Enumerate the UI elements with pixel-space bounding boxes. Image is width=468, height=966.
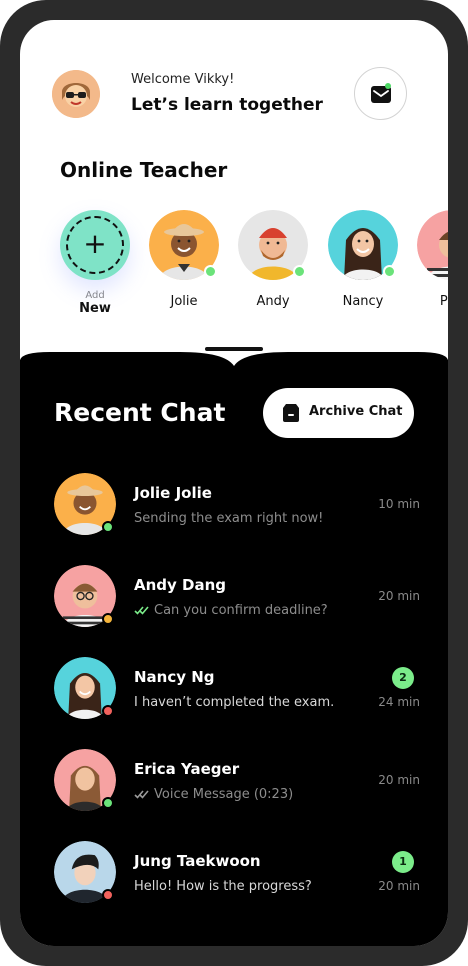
teacher-nancy[interactable]: Nancy (328, 210, 398, 309)
chat-item-andy[interactable]: Andy Dang Can you confirm deadline? 20 m… (54, 565, 420, 629)
chat-item-nancy[interactable]: Nancy Ng I haven’t completed the exam. 2… (54, 657, 420, 721)
chat-time: 20 min (378, 773, 420, 787)
chat-time: 10 min (378, 497, 420, 511)
teacher-jolie[interactable]: Jolie (149, 210, 219, 309)
chat-name: Jolie Jolie (134, 484, 212, 502)
unread-badge: 2 (392, 667, 414, 689)
chat-item-jolie[interactable]: Jolie Jolie Sending the exam right now! … (54, 473, 420, 537)
tagline: Let’s learn together (131, 95, 323, 115)
chat-avatar (54, 473, 116, 535)
online-indicator (293, 265, 306, 278)
teacher-name: Jolie (170, 294, 198, 309)
teacher-avatar (238, 210, 308, 280)
online-indicator (204, 265, 217, 278)
chat-name: Nancy Ng (134, 668, 215, 686)
teacher-andy[interactable]: Andy (238, 210, 308, 309)
status-dot (102, 889, 114, 901)
chat-message: I haven’t completed the exam. (134, 695, 335, 710)
status-dot (102, 521, 114, 533)
chat-message: Hello! How is the progress? (134, 879, 312, 894)
chat-avatar (54, 657, 116, 719)
teacher-name: Peri (439, 294, 448, 309)
double-check-icon (134, 606, 149, 615)
archive-chat-label: Archive Chat (309, 404, 403, 419)
teacher-avatar (328, 210, 398, 280)
chat-message: Sending the exam right now! (134, 511, 324, 526)
teacher-avatar (417, 210, 448, 280)
chat-message-row: Voice Message (0:23) (134, 787, 293, 802)
chat-message: Voice Message (0:23) (154, 787, 294, 802)
add-new-button[interactable]: + Add New (60, 210, 130, 316)
online-teacher-title: Online Teacher (60, 158, 228, 182)
mail-button[interactable] (354, 67, 407, 120)
chat-name: Erica Yaeger (134, 760, 240, 778)
chat-time: 20 min (378, 879, 420, 893)
chat-message-row: Can you confirm deadline? (134, 603, 328, 618)
notification-dot (385, 83, 391, 89)
chat-time: 20 min (378, 589, 420, 603)
phone-frame: Welcome Vikky! Let’s learn together Onli… (0, 0, 468, 966)
drag-handle[interactable] (205, 347, 263, 351)
teacher-name: Nancy (342, 294, 384, 309)
chat-time: 24 min (378, 695, 420, 709)
chat-name: Andy Dang (134, 576, 227, 594)
chat-item-jung[interactable]: Jung Taekwoon Hello! How is the progress… (54, 841, 420, 905)
chat-avatar (54, 565, 116, 627)
welcome-text: Welcome Vikky! (131, 72, 235, 87)
online-indicator (383, 265, 396, 278)
archive-icon (283, 404, 299, 422)
add-circle: + (60, 210, 130, 280)
status-dot (102, 797, 114, 809)
archive-chat-button[interactable]: Archive Chat (263, 388, 414, 438)
chat-message: Can you confirm deadline? (154, 603, 328, 618)
user-avatar[interactable] (52, 70, 100, 118)
add-small-label: Add (85, 290, 105, 301)
teacher-name: Andy (256, 294, 290, 309)
chat-avatar (54, 841, 116, 903)
double-check-icon (134, 790, 149, 799)
chat-name: Jung Taekwoon (134, 852, 261, 870)
add-new-label: New (79, 301, 111, 316)
plus-icon: + (83, 227, 107, 260)
unread-badge: 1 (392, 851, 414, 873)
status-dot (102, 705, 114, 717)
chat-item-erica[interactable]: Erica Yaeger Voice Message (0:23) 20 min (54, 749, 420, 813)
recent-chat-title: Recent Chat (54, 398, 226, 427)
teacher-peri[interactable]: Peri (417, 210, 448, 309)
status-dot (102, 613, 114, 625)
teacher-avatar (149, 210, 219, 280)
chat-avatar (54, 749, 116, 811)
app-screen: Welcome Vikky! Let’s learn together Onli… (20, 20, 448, 946)
